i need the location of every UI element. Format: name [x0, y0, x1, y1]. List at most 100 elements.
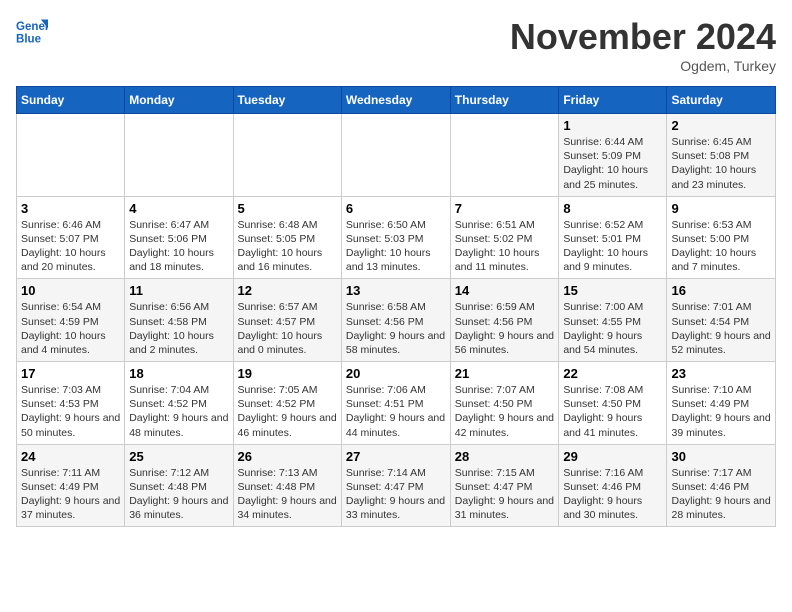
- location-subtitle: Ogdem, Turkey: [510, 58, 776, 74]
- week-row-2: 3 Sunrise: 6:46 AM Sunset: 5:07 PM Daylig…: [17, 196, 776, 279]
- day-cell: 12 Sunrise: 6:57 AM Sunset: 4:57 PM Dayli…: [233, 279, 341, 362]
- day-number: 13: [346, 283, 446, 298]
- day-number: 29: [563, 449, 662, 464]
- day-number: 24: [21, 449, 120, 464]
- day-cell: 29 Sunrise: 7:16 AM Sunset: 4:46 PM Dayli…: [559, 444, 667, 527]
- day-number: 5: [238, 201, 337, 216]
- calendar-header: SundayMondayTuesdayWednesdayThursdayFrid…: [17, 87, 776, 114]
- day-number: 3: [21, 201, 120, 216]
- day-number: 11: [129, 283, 228, 298]
- day-info: Sunrise: 6:54 AM Sunset: 4:59 PM Dayligh…: [21, 300, 120, 357]
- day-number: 1: [563, 118, 662, 133]
- day-number: 22: [563, 366, 662, 381]
- week-row-3: 10 Sunrise: 6:54 AM Sunset: 4:59 PM Dayli…: [17, 279, 776, 362]
- day-info: Sunrise: 7:11 AM Sunset: 4:49 PM Dayligh…: [21, 466, 120, 523]
- day-info: Sunrise: 6:47 AM Sunset: 5:06 PM Dayligh…: [129, 218, 228, 275]
- day-number: 18: [129, 366, 228, 381]
- day-number: 27: [346, 449, 446, 464]
- day-info: Sunrise: 6:46 AM Sunset: 5:07 PM Dayligh…: [21, 218, 120, 275]
- day-cell: 6 Sunrise: 6:50 AM Sunset: 5:03 PM Daylig…: [341, 196, 450, 279]
- day-info: Sunrise: 6:52 AM Sunset: 5:01 PM Dayligh…: [563, 218, 662, 275]
- day-number: 8: [563, 201, 662, 216]
- day-cell: 14Sunrise: 6:59 AM Sunset: 4:56 PM Dayli…: [450, 279, 559, 362]
- col-header-tuesday: Tuesday: [233, 87, 341, 114]
- day-cell: 26 Sunrise: 7:13 AM Sunset: 4:48 PM Dayli…: [233, 444, 341, 527]
- day-cell: 21 Sunrise: 7:07 AM Sunset: 4:50 PM Dayli…: [450, 362, 559, 445]
- week-row-4: 17 Sunrise: 7:03 AM Sunset: 4:53 PM Dayli…: [17, 362, 776, 445]
- day-number: 15: [563, 283, 662, 298]
- day-cell: 4 Sunrise: 6:47 AM Sunset: 5:06 PM Daylig…: [125, 196, 233, 279]
- day-info: Sunrise: 7:01 AM Sunset: 4:54 PM Dayligh…: [671, 300, 771, 357]
- day-cell: 27 Sunrise: 7:14 AM Sunset: 4:47 PM Dayli…: [341, 444, 450, 527]
- day-number: 21: [455, 366, 555, 381]
- col-header-saturday: Saturday: [667, 87, 776, 114]
- month-title: November 2024: [510, 16, 776, 58]
- svg-text:Blue: Blue: [16, 34, 42, 46]
- day-cell: 2 Sunrise: 6:45 AM Sunset: 5:08 PM Daylig…: [667, 114, 776, 197]
- day-number: 12: [238, 283, 337, 298]
- day-cell: 13 Sunrise: 6:58 AM Sunset: 4:56 PM Dayli…: [341, 279, 450, 362]
- week-row-1: 1 Sunrise: 6:44 AM Sunset: 5:09 PM Daylig…: [17, 114, 776, 197]
- day-info: Sunrise: 7:00 AM Sunset: 4:55 PM Dayligh…: [563, 300, 662, 357]
- svg-text:General: General: [16, 21, 48, 33]
- day-info: Sunrise: 6:51 AM Sunset: 5:02 PM Dayligh…: [455, 218, 555, 275]
- day-number: 4: [129, 201, 228, 216]
- day-info: Sunrise: 7:03 AM Sunset: 4:53 PM Dayligh…: [21, 383, 120, 440]
- calendar-table: SundayMondayTuesdayWednesdayThursdayFrid…: [16, 86, 776, 527]
- day-number: 9: [671, 201, 771, 216]
- day-cell: 20 Sunrise: 7:06 AM Sunset: 4:51 PM Dayli…: [341, 362, 450, 445]
- day-number: 20: [346, 366, 446, 381]
- day-cell: 28 Sunrise: 7:15 AM Sunset: 4:47 PM Dayli…: [450, 444, 559, 527]
- day-info: Sunrise: 7:10 AM Sunset: 4:49 PM Dayligh…: [671, 383, 771, 440]
- day-info: Sunrise: 6:44 AM Sunset: 5:09 PM Dayligh…: [563, 135, 662, 192]
- day-info: Sunrise: 7:06 AM Sunset: 4:51 PM Dayligh…: [346, 383, 446, 440]
- day-cell: 18 Sunrise: 7:04 AM Sunset: 4:52 PM Dayli…: [125, 362, 233, 445]
- day-info: Sunrise: 6:58 AM Sunset: 4:56 PM Dayligh…: [346, 300, 446, 357]
- day-number: 2: [671, 118, 771, 133]
- logo: General Blue: [16, 16, 48, 48]
- col-header-monday: Monday: [125, 87, 233, 114]
- day-info: Sunrise: 7:07 AM Sunset: 4:50 PM Dayligh…: [455, 383, 555, 440]
- day-cell: [125, 114, 233, 197]
- day-info: Sunrise: 6:50 AM Sunset: 5:03 PM Dayligh…: [346, 218, 446, 275]
- day-number: 7: [455, 201, 555, 216]
- day-cell: 10 Sunrise: 6:54 AM Sunset: 4:59 PM Dayli…: [17, 279, 125, 362]
- day-info: Sunrise: 7:15 AM Sunset: 4:47 PM Dayligh…: [455, 466, 555, 523]
- day-cell: 3 Sunrise: 6:46 AM Sunset: 5:07 PM Daylig…: [17, 196, 125, 279]
- day-info: Sunrise: 7:16 AM Sunset: 4:46 PM Dayligh…: [563, 466, 662, 523]
- day-cell: [17, 114, 125, 197]
- day-cell: 19Sunrise: 7:05 AM Sunset: 4:52 PM Dayli…: [233, 362, 341, 445]
- day-info: Sunrise: 6:59 AM Sunset: 4:56 PM Dayligh…: [455, 300, 555, 357]
- week-row-5: 24 Sunrise: 7:11 AM Sunset: 4:49 PM Dayli…: [17, 444, 776, 527]
- day-cell: 7 Sunrise: 6:51 AM Sunset: 5:02 PM Daylig…: [450, 196, 559, 279]
- day-info: Sunrise: 6:53 AM Sunset: 5:00 PM Dayligh…: [671, 218, 771, 275]
- day-info: Sunrise: 7:12 AM Sunset: 4:48 PM Dayligh…: [129, 466, 228, 523]
- day-cell: [233, 114, 341, 197]
- day-cell: 24 Sunrise: 7:11 AM Sunset: 4:49 PM Dayli…: [17, 444, 125, 527]
- day-info: Sunrise: 7:13 AM Sunset: 4:48 PM Dayligh…: [238, 466, 337, 523]
- day-number: 6: [346, 201, 446, 216]
- day-number: 25: [129, 449, 228, 464]
- day-cell: 16Sunrise: 7:01 AM Sunset: 4:54 PM Dayli…: [667, 279, 776, 362]
- day-info: Sunrise: 6:56 AM Sunset: 4:58 PM Dayligh…: [129, 300, 228, 357]
- day-number: 23: [671, 366, 771, 381]
- title-block: November 2024 Ogdem, Turkey: [510, 16, 776, 74]
- day-info: Sunrise: 7:14 AM Sunset: 4:47 PM Dayligh…: [346, 466, 446, 523]
- day-info: Sunrise: 6:57 AM Sunset: 4:57 PM Dayligh…: [238, 300, 337, 357]
- logo-icon: General Blue: [16, 16, 48, 48]
- day-cell: 1 Sunrise: 6:44 AM Sunset: 5:09 PM Daylig…: [559, 114, 667, 197]
- day-info: Sunrise: 6:45 AM Sunset: 5:08 PM Dayligh…: [671, 135, 771, 192]
- day-cell: 15 Sunrise: 7:00 AM Sunset: 4:55 PM Dayli…: [559, 279, 667, 362]
- day-cell: [341, 114, 450, 197]
- day-cell: 22 Sunrise: 7:08 AM Sunset: 4:50 PM Dayli…: [559, 362, 667, 445]
- col-header-thursday: Thursday: [450, 87, 559, 114]
- day-number: 26: [238, 449, 337, 464]
- page-header: General Blue November 2024 Ogdem, Turkey: [16, 16, 776, 74]
- day-info: Sunrise: 7:17 AM Sunset: 4:46 PM Dayligh…: [671, 466, 771, 523]
- day-number: 28: [455, 449, 555, 464]
- day-info: Sunrise: 7:08 AM Sunset: 4:50 PM Dayligh…: [563, 383, 662, 440]
- day-number: 10: [21, 283, 120, 298]
- day-number: 17: [21, 366, 120, 381]
- col-header-sunday: Sunday: [17, 87, 125, 114]
- day-info: Sunrise: 7:04 AM Sunset: 4:52 PM Dayligh…: [129, 383, 228, 440]
